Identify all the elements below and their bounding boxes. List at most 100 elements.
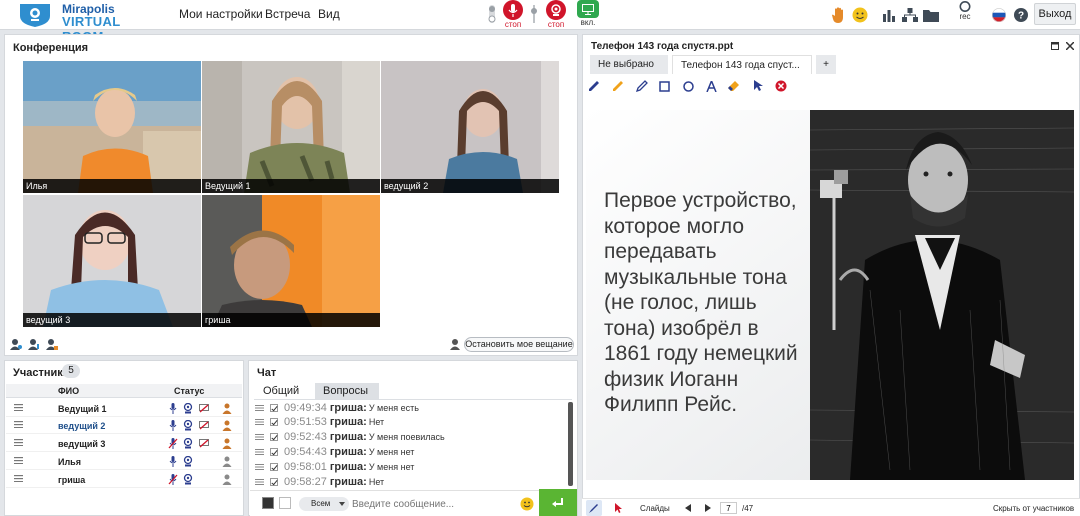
pen-icon[interactable] <box>635 79 649 93</box>
participant-row[interactable]: ведущий 2 <box>6 417 242 434</box>
participant-row[interactable]: ведущий 3 <box>6 435 242 452</box>
message-menu-icon[interactable] <box>255 434 264 441</box>
maximize-icon[interactable] <box>1051 42 1059 50</box>
mic-volume-toggle-icon[interactable] <box>487 3 497 25</box>
doc-tab-telephone[interactable]: Телефон 143 года спуст... <box>672 55 812 74</box>
drag-handle-icon[interactable] <box>14 457 23 464</box>
camera-button[interactable]: стоп <box>543 0 569 30</box>
cam-volume-toggle-icon[interactable] <box>529 3 539 25</box>
chat-message[interactable]: 09:52:43 гриша: У меня поевилась <box>255 430 445 444</box>
video-tile-grisha[interactable]: гриша <box>202 195 380 327</box>
highlighter-icon[interactable] <box>611 79 625 93</box>
participant-row[interactable]: гриша <box>6 471 242 488</box>
drag-handle-icon[interactable] <box>14 404 23 411</box>
video-tile-host-1[interactable]: Ведущий 1 <box>202 61 380 193</box>
recipient-select[interactable]: Всем <box>299 497 349 511</box>
message-checkbox[interactable] <box>270 404 278 413</box>
folder-icon[interactable] <box>921 5 941 25</box>
participant-mic-icon[interactable] <box>168 474 178 485</box>
participant-camera-icon[interactable] <box>183 456 193 467</box>
eraser-icon[interactable] <box>727 79 741 93</box>
message-checkbox[interactable] <box>270 433 278 442</box>
user-mic-settings-icon[interactable] <box>28 338 40 350</box>
drag-handle-icon[interactable] <box>14 475 23 482</box>
previous-slide-icon[interactable] <box>685 504 691 512</box>
message-menu-icon[interactable] <box>255 479 264 486</box>
user-icon <box>450 339 460 350</box>
raise-hand-icon[interactable] <box>829 5 849 25</box>
presentation-slide[interactable]: Первое устройство, которое могло передав… <box>586 110 1074 480</box>
chat-tab-general[interactable]: Общий <box>255 383 308 400</box>
close-icon[interactable] <box>1066 42 1074 50</box>
participant-camera-icon[interactable] <box>183 474 193 485</box>
message-menu-icon[interactable] <box>255 449 264 456</box>
mic-button[interactable]: стоп <box>500 0 526 30</box>
emoji-icon[interactable] <box>850 5 870 25</box>
message-checkbox[interactable] <box>270 448 278 457</box>
participant-camera-icon[interactable] <box>183 420 193 431</box>
chat-message[interactable]: 09:51:53 гриша: Нет <box>255 415 384 429</box>
message-checkbox[interactable] <box>270 463 278 472</box>
participant-screen-icon[interactable] <box>199 438 209 449</box>
stop-broadcast-button[interactable]: Остановить мое вещание <box>464 337 574 352</box>
statistics-icon[interactable] <box>879 5 899 25</box>
smiley-icon[interactable] <box>520 497 534 511</box>
participant-row[interactable]: Илья <box>6 453 242 470</box>
chat-message[interactable]: 09:54:43 гриша: У меня нет <box>255 445 414 459</box>
participant-mic-icon[interactable] <box>168 420 178 431</box>
participant-screen-icon[interactable] <box>199 420 209 431</box>
exit-button[interactable]: Выход <box>1034 3 1076 25</box>
background-color-picker[interactable] <box>279 497 291 509</box>
participant-camera-icon[interactable] <box>183 403 193 414</box>
message-menu-icon[interactable] <box>255 464 264 471</box>
chat-message[interactable]: 09:49:34 гриша: У меня есть <box>255 401 419 415</box>
record-button[interactable]: rec <box>955 1 975 21</box>
message-menu-icon[interactable] <box>255 419 264 426</box>
chat-message-input[interactable] <box>352 496 512 512</box>
chat-tab-questions[interactable]: Вопросы <box>315 383 379 400</box>
draw-mode-button[interactable] <box>586 500 602 516</box>
menu-my-settings[interactable]: Мои настройки <box>179 7 263 21</box>
chat-message[interactable]: 09:58:01 гриша: У меня нет <box>255 460 414 474</box>
ellipse-tool-icon[interactable] <box>681 79 695 93</box>
drag-handle-icon[interactable] <box>14 439 23 446</box>
participant-row[interactable]: Ведущий 1 <box>6 400 242 417</box>
message-menu-icon[interactable] <box>255 405 264 412</box>
video-tile-ilya[interactable]: Илья <box>23 61 201 193</box>
screen-share-button[interactable]: вкл. <box>575 0 601 30</box>
pointer-icon[interactable] <box>751 79 765 93</box>
participant-screen-icon[interactable] <box>199 403 209 414</box>
send-button[interactable] <box>539 489 577 516</box>
slides-label[interactable]: Слайды <box>640 504 670 513</box>
menu-meeting[interactable]: Встреча <box>265 7 310 21</box>
participant-mic-icon[interactable] <box>168 456 178 467</box>
text-tool-icon[interactable] <box>704 79 718 93</box>
language-flag-icon[interactable] <box>989 5 1009 25</box>
text-color-picker[interactable] <box>262 497 274 509</box>
message-checkbox[interactable] <box>270 418 278 427</box>
video-tile-host-2[interactable]: ведущий 2 <box>381 61 559 193</box>
network-icon[interactable] <box>900 5 920 25</box>
pointer-mode-icon[interactable] <box>614 503 622 513</box>
participant-mic-icon[interactable] <box>168 403 178 414</box>
pencil-icon[interactable] <box>587 79 601 93</box>
message-checkbox[interactable] <box>270 478 278 487</box>
chat-message[interactable]: 09:58:27 гриша: Нет <box>255 475 384 489</box>
drag-handle-icon[interactable] <box>14 421 23 428</box>
next-slide-icon[interactable] <box>705 504 711 512</box>
menu-view[interactable]: Вид <box>318 7 340 21</box>
participant-name: гриша <box>58 475 86 485</box>
user-broadcast-settings-icon[interactable] <box>46 338 58 350</box>
page-number-input[interactable] <box>720 502 737 514</box>
clear-drawing-icon[interactable] <box>774 79 788 93</box>
doc-tab-none[interactable]: Не выбрано <box>590 55 668 74</box>
add-tab-button[interactable]: + <box>816 55 836 74</box>
participant-camera-icon[interactable] <box>183 438 193 449</box>
rectangle-tool-icon[interactable] <box>657 79 671 93</box>
hide-from-participants-link[interactable]: Скрыть от участников <box>993 504 1074 513</box>
chat-scrollbar[interactable] <box>568 402 573 486</box>
user-camera-settings-icon[interactable] <box>10 338 22 350</box>
help-icon[interactable]: ? <box>1011 5 1031 25</box>
video-tile-host-3[interactable]: ведущий 3 <box>23 195 201 327</box>
participant-mic-icon[interactable] <box>168 438 178 449</box>
